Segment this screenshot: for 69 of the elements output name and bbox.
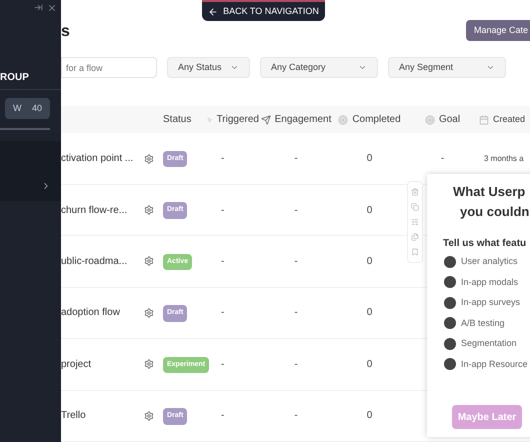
flow-name[interactable]: project xyxy=(61,356,137,372)
settings-icon[interactable] xyxy=(144,256,154,266)
table-cell-text: 0 xyxy=(366,254,372,269)
manage-categories-button[interactable]: Manage Cate xyxy=(466,20,530,41)
table-cell-text: - xyxy=(220,409,224,424)
radio-button[interactable] xyxy=(444,256,456,268)
table-cell-text: - xyxy=(294,358,298,372)
table-cell-text: - xyxy=(294,152,298,166)
table-cell-text: - xyxy=(294,254,298,269)
sliders-icon[interactable] xyxy=(411,218,419,226)
arrow-left-icon xyxy=(208,6,218,16)
radio-button[interactable] xyxy=(444,358,456,370)
table-cell-text: - xyxy=(294,409,298,424)
option-label: In-app modals xyxy=(461,276,518,289)
width-field[interactable]: W 40 xyxy=(5,98,50,119)
table-cell-text: - xyxy=(220,152,224,166)
table-cell-text: 0 xyxy=(366,358,372,372)
filter-dropdown[interactable]: Any Category xyxy=(260,57,378,78)
settings-icon[interactable] xyxy=(144,154,154,164)
collapse-icon[interactable] xyxy=(34,3,43,12)
settings-icon[interactable] xyxy=(144,308,154,318)
table-cell-text: 0 xyxy=(366,409,372,424)
table-cell-text: 0 xyxy=(366,204,372,218)
column-header: Engagement xyxy=(259,112,333,128)
table-cell-text: 0 xyxy=(366,152,372,166)
column-header: Completed xyxy=(333,112,406,128)
flow-name[interactable]: ctivation point ... xyxy=(61,151,137,166)
back-to-navigation-button[interactable]: BACK TO NAVIGATION xyxy=(202,0,325,21)
option-label: A/B testing xyxy=(461,316,505,330)
table-cell-text: 3 months a xyxy=(483,152,525,165)
column-header: Created xyxy=(479,113,530,127)
table-cell-text: - xyxy=(294,306,298,320)
filter-dropdown[interactable]: Any Segment xyxy=(388,57,506,78)
target-icon xyxy=(338,114,348,125)
table-cell-text: - xyxy=(220,306,224,320)
table-cell-text: - xyxy=(220,204,224,218)
column-header: Triggered xyxy=(207,112,259,128)
close-icon[interactable] xyxy=(47,3,57,13)
flow-name[interactable]: adoption flow xyxy=(61,305,137,320)
option-label: User analytics xyxy=(461,255,518,268)
settings-icon[interactable] xyxy=(144,359,154,370)
column-header: Status xyxy=(162,113,192,128)
radio-button[interactable] xyxy=(444,296,456,309)
table-cell-text: - xyxy=(294,204,298,218)
survey-question: Tell us what featu xyxy=(442,237,528,251)
flow-name[interactable]: ublic-roadma... xyxy=(61,254,137,269)
table-cell-text: - xyxy=(220,358,224,372)
search-field[interactable]: for a flow xyxy=(61,57,157,78)
radio-button[interactable] xyxy=(444,276,456,288)
radio-button[interactable] xyxy=(444,338,456,350)
radio-button[interactable] xyxy=(444,317,456,330)
table-cell-text: - xyxy=(220,254,224,269)
table-cell-text: 0 xyxy=(366,306,372,320)
flow-name[interactable]: churn flow-re... xyxy=(61,202,137,218)
column-header: Goal xyxy=(406,112,479,128)
survey-title: What Userp you couldn xyxy=(452,183,530,221)
page-title: s xyxy=(61,22,70,42)
option-label: Segmentation xyxy=(461,337,517,350)
target-icon xyxy=(424,114,435,125)
section-title: ROUP xyxy=(0,71,30,85)
option-label: In-app Resource xyxy=(461,358,528,371)
send-icon xyxy=(260,114,271,125)
table-cell-text: - xyxy=(440,152,444,166)
filter-dropdown[interactable]: Any Status xyxy=(167,57,250,78)
option-label: In-app surveys xyxy=(461,296,520,309)
settings-icon[interactable] xyxy=(144,410,154,421)
calendar-icon xyxy=(479,114,489,125)
flow-name[interactable]: Trello xyxy=(61,408,137,424)
settings-icon[interactable] xyxy=(144,205,154,216)
